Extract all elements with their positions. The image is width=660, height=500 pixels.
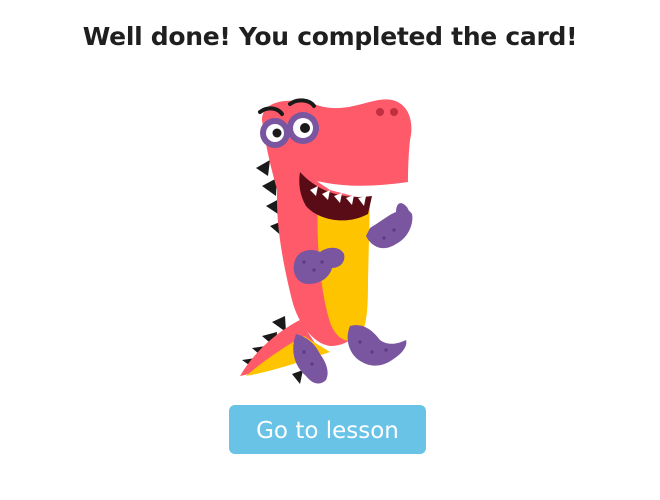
dinosaur-mascot-icon [240, 98, 413, 384]
go-to-lesson-button[interactable]: Go to lesson [229, 405, 426, 454]
completion-title: Well done! You completed the card! [82, 22, 578, 51]
dino-nostril-left [376, 108, 384, 116]
dino-leg-front [347, 325, 407, 366]
dino-nostril-right [390, 108, 398, 116]
